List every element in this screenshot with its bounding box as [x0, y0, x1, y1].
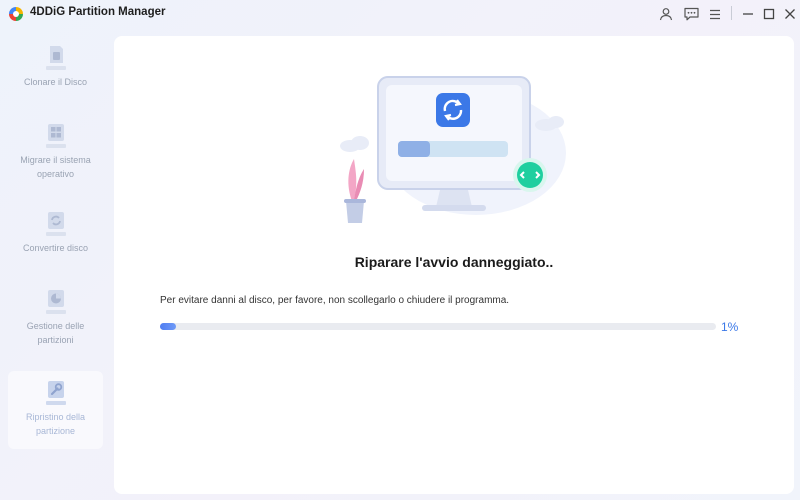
partition-recovery-icon: [45, 381, 66, 405]
sidebar-item-partition-management[interactable]: Gestione delle partizioni: [8, 288, 103, 354]
sidebar-item-migrate-os[interactable]: Migrare il sistema operativo: [8, 122, 103, 188]
feedback-icon[interactable]: [682, 5, 700, 23]
user-icon[interactable]: [657, 5, 675, 23]
sidebar-item-clone-disk[interactable]: Clonare il Disco: [8, 44, 103, 104]
close-icon[interactable]: [781, 5, 799, 23]
title-bar: 4DDiG Partition Manager: [0, 0, 800, 28]
progress-percentage: 1%: [721, 320, 739, 334]
page-title: Riparare l'avvio danneggiato..: [354, 254, 554, 270]
sidebar: Clonare il Disco Migrare il sistema oper…: [0, 36, 112, 500]
warning-message: Per evitare danni al disco, per favore, …: [160, 295, 510, 306]
main-panel: Riparare l'avvio danneggiato.. Per evita…: [114, 36, 794, 494]
maximize-icon[interactable]: [760, 5, 778, 23]
progress-bar: [160, 323, 716, 330]
sidebar-item-label: Clonare il Disco: [23, 77, 88, 87]
sidebar-item-label: Gestione delle partizioni: [26, 321, 85, 345]
sidebar-item-label: Migrare il sistema operativo: [20, 155, 91, 179]
progress-bar-fill: [160, 323, 176, 330]
minimize-icon[interactable]: [739, 5, 757, 23]
repair-illustration: [340, 76, 566, 223]
app-title: 4DDiG Partition Manager: [30, 6, 166, 18]
migrate-os-icon: [45, 124, 66, 148]
partition-management-icon: [45, 290, 66, 314]
sidebar-item-convert-disk[interactable]: Convertire disco: [8, 210, 103, 268]
sidebar-item-label: Convertire disco: [22, 243, 89, 253]
menu-icon[interactable]: [706, 5, 724, 23]
titlebar-divider: [731, 6, 732, 20]
sidebar-item-partition-recovery[interactable]: Ripristino della partizione: [8, 371, 103, 449]
app-logo-icon: [9, 7, 23, 21]
clone-disk-icon: [45, 46, 66, 70]
convert-disk-icon: [45, 212, 66, 236]
sidebar-item-label: Ripristino della partizione: [25, 412, 86, 436]
